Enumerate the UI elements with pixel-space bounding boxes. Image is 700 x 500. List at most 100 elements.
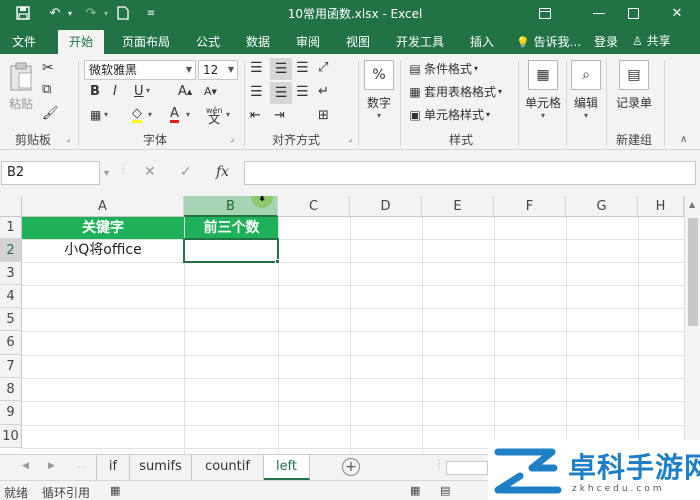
- font-name-select[interactable]: 微软雅黑 ▼: [84, 60, 196, 80]
- vertical-scroll-thumb[interactable]: [688, 218, 698, 326]
- share-button[interactable]: ♙ 共享: [628, 30, 675, 52]
- sheet-more-icon[interactable]: …: [78, 461, 87, 471]
- align-left-icon[interactable]: ☰: [250, 84, 263, 100]
- scroll-up-icon[interactable]: ▲: [689, 200, 695, 209]
- align-top-icon[interactable]: ☰: [250, 60, 263, 76]
- chevron-down-icon[interactable]: ▾: [104, 110, 108, 119]
- chevron-down-icon[interactable]: ▾: [148, 110, 152, 119]
- orientation-icon[interactable]: ⤢: [318, 60, 328, 75]
- column-header-d[interactable]: D: [350, 196, 422, 217]
- column-header-g[interactable]: G: [566, 196, 638, 217]
- cancel-icon[interactable]: ✕: [144, 164, 156, 180]
- cell-style-button[interactable]: ▣ 单元格样式 ▾: [406, 106, 490, 123]
- editing-button[interactable]: ⌕ 编辑 ▾: [570, 60, 602, 120]
- row-header-2[interactable]: 2: [0, 239, 22, 262]
- number-format-button[interactable]: % 数字 ▾: [362, 60, 396, 120]
- name-box[interactable]: B2: [1, 161, 100, 185]
- chevron-down-icon[interactable]: ▾: [186, 110, 190, 119]
- undo-dropdown-icon[interactable]: ▾: [64, 3, 76, 23]
- chevron-down-icon[interactable]: ▾: [226, 110, 230, 119]
- column-header-h[interactable]: H: [638, 196, 684, 217]
- bold-button[interactable]: B: [90, 84, 100, 99]
- add-sheet-icon[interactable]: +: [342, 458, 360, 476]
- cell-a1[interactable]: 关键字: [22, 217, 184, 239]
- redo-icon[interactable]: ↷: [80, 3, 102, 23]
- align-middle-icon[interactable]: ☰: [270, 58, 292, 80]
- formula-input[interactable]: [244, 161, 696, 185]
- horizontal-scrollbar[interactable]: [446, 461, 488, 475]
- column-header-a[interactable]: A: [22, 196, 184, 217]
- row-header-5[interactable]: 5: [0, 308, 22, 331]
- font-launcher-icon[interactable]: ⌟: [230, 134, 234, 144]
- vertical-scrollbar[interactable]: ▲: [684, 196, 700, 454]
- row-header-7[interactable]: 7: [0, 355, 22, 378]
- copy-icon[interactable]: ⧉: [42, 82, 51, 97]
- tab-home[interactable]: 开始: [58, 30, 104, 54]
- collapse-ribbon-icon[interactable]: ∧: [680, 134, 687, 145]
- align-right-icon[interactable]: ☰: [296, 84, 309, 100]
- macro-record-icon[interactable]: ▦: [110, 484, 120, 497]
- tab-view[interactable]: 视图: [336, 30, 380, 54]
- row-header-9[interactable]: 9: [0, 401, 22, 425]
- insert-function-icon[interactable]: fx: [216, 164, 229, 180]
- column-header-e[interactable]: E: [422, 196, 494, 217]
- cell-b1[interactable]: 前三个数: [185, 217, 278, 239]
- chevron-down-icon[interactable]: ▾: [146, 86, 150, 95]
- select-all-corner[interactable]: [0, 196, 22, 217]
- grow-font-button[interactable]: A ▲: [178, 84, 192, 99]
- shrink-font-button[interactable]: A ▼: [204, 85, 217, 98]
- sheet-tab-countif[interactable]: countif: [192, 455, 264, 480]
- tab-file[interactable]: 文件: [4, 30, 44, 54]
- save-icon[interactable]: [12, 3, 34, 23]
- redo-dropdown-icon[interactable]: ▾: [100, 3, 112, 23]
- row-header-1[interactable]: 1: [0, 217, 22, 239]
- paste-button[interactable]: 粘贴: [4, 62, 38, 112]
- decrease-indent-icon[interactable]: ⇤: [250, 108, 261, 123]
- fill-handle[interactable]: [275, 259, 280, 264]
- customize-qat-icon[interactable]: ≡: [140, 3, 162, 23]
- maximize-icon[interactable]: [618, 2, 648, 24]
- alignment-launcher-icon[interactable]: ⌟: [348, 134, 352, 144]
- ribbon-display-icon[interactable]: [530, 2, 560, 24]
- sign-in-link[interactable]: 登录: [588, 30, 624, 54]
- row-header-6[interactable]: 6: [0, 331, 22, 355]
- row-header-8[interactable]: 8: [0, 378, 22, 401]
- fill-color-icon[interactable]: ◇: [132, 107, 142, 123]
- tab-page-layout[interactable]: 页面布局: [114, 30, 178, 54]
- tab-insert[interactable]: 插入: [460, 30, 504, 54]
- close-icon[interactable]: ✕: [662, 2, 692, 24]
- sheet-tab-if[interactable]: if: [96, 455, 130, 480]
- record-form-button[interactable]: ▤ 记录单: [612, 60, 656, 111]
- merge-center-icon[interactable]: ⊞: [318, 108, 329, 123]
- tab-data[interactable]: 数据: [236, 30, 280, 54]
- tell-me-search[interactable]: 💡 告诉我...: [512, 30, 582, 54]
- page-layout-view-icon[interactable]: ▤: [440, 484, 450, 497]
- border-icon[interactable]: ▦: [90, 108, 101, 122]
- clipboard-launcher-icon[interactable]: ⌟: [66, 134, 70, 144]
- row-header-3[interactable]: 3: [0, 262, 22, 285]
- table-format-button[interactable]: ▦ 套用表格格式 ▾: [406, 83, 502, 100]
- new-file-icon[interactable]: [112, 3, 134, 23]
- enter-icon[interactable]: ✓: [180, 164, 192, 180]
- undo-icon[interactable]: ↶: [44, 3, 66, 23]
- sheet-tab-left[interactable]: left: [264, 455, 310, 480]
- conditional-format-button[interactable]: ▤ 条件格式 ▾: [406, 60, 478, 77]
- align-bottom-icon[interactable]: ☰: [296, 60, 309, 76]
- align-center-icon[interactable]: ☰: [270, 82, 292, 104]
- cut-icon[interactable]: ✂: [42, 60, 54, 76]
- sheet-tab-sumifs[interactable]: sumifs: [130, 455, 192, 480]
- font-size-select[interactable]: 12 ▼: [198, 60, 238, 80]
- normal-view-icon[interactable]: ▦: [410, 484, 420, 497]
- next-sheet-icon[interactable]: ▶: [48, 461, 55, 471]
- format-painter-icon[interactable]: 🖌: [42, 106, 59, 121]
- italic-button[interactable]: I: [113, 84, 117, 99]
- minimize-icon[interactable]: —: [584, 2, 614, 24]
- increase-indent-icon[interactable]: ⇥: [274, 108, 285, 123]
- tab-formulas[interactable]: 公式: [186, 30, 230, 54]
- prev-sheet-icon[interactable]: ◀: [22, 461, 29, 471]
- name-box-dropdown-icon[interactable]: ▾: [104, 168, 109, 179]
- tab-review[interactable]: 审阅: [286, 30, 330, 54]
- tab-developer[interactable]: 开发工具: [388, 30, 452, 54]
- row-header-10[interactable]: 10: [0, 425, 22, 448]
- phonetic-button[interactable]: wén 文: [206, 106, 223, 125]
